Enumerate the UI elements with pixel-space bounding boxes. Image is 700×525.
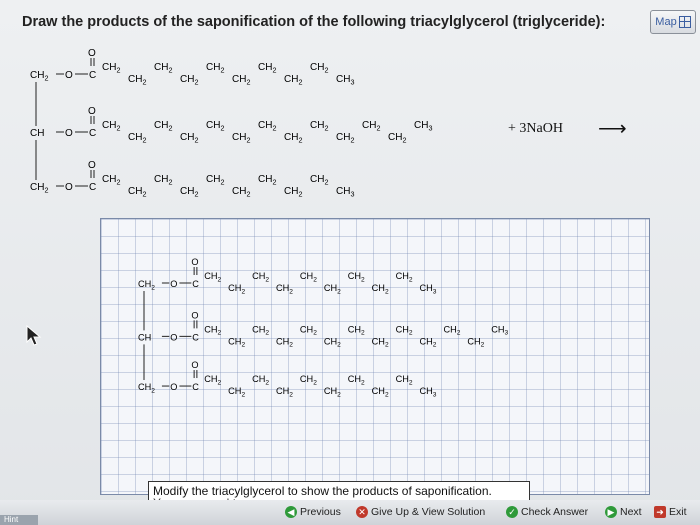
next-icon: ▶: [605, 506, 617, 518]
atom-label: CH2: [396, 271, 413, 283]
previous-icon: ◀: [285, 506, 297, 518]
atom-label: CH2: [372, 386, 389, 398]
atom-label: CH3: [420, 386, 437, 398]
atom-label: CH2: [467, 336, 484, 348]
atom-label: CH3: [420, 283, 437, 295]
editable-structure[interactable]: CH2CHCH2O COCH2CH2CH2CH2CH2CH2CH2CH2CH2CH…: [0, 0, 700, 525]
check-icon: ✓: [506, 506, 518, 518]
exit-label: Exit: [669, 506, 687, 518]
atom-label: CH2: [324, 386, 341, 398]
atom-label: CH2: [372, 336, 389, 348]
atom-label: CH2: [204, 271, 221, 283]
atom-label: CH2: [396, 374, 413, 386]
carbonyl-oxygen: O: [191, 257, 198, 267]
atom-label: CH2: [300, 271, 317, 283]
atom-label: CH2: [372, 283, 389, 295]
previous-button[interactable]: ◀ Previous: [285, 503, 341, 521]
carbonyl-carbon: C: [192, 279, 199, 289]
atom-label: CH2: [420, 336, 437, 348]
carbonyl-oxygen: O: [191, 360, 198, 370]
atom-label: CH2: [252, 324, 269, 336]
exit-button[interactable]: ➜ Exit: [654, 503, 687, 521]
atom-label: CH2: [348, 374, 365, 386]
atom-label: CH2: [348, 271, 365, 283]
atom-label: CH2: [300, 374, 317, 386]
atom-label: CH2: [228, 386, 245, 398]
mouse-cursor-icon: [26, 325, 42, 346]
ester-oxygen: O: [170, 382, 177, 392]
atom-label: CH2: [252, 271, 269, 283]
atom-label: CH2: [276, 336, 293, 348]
check-answer-button[interactable]: ✓ Check Answer: [506, 503, 588, 521]
next-label: Next: [620, 506, 642, 518]
atom-label: CH2: [204, 374, 221, 386]
atom-label: CH2: [324, 283, 341, 295]
check-label: Check Answer: [521, 506, 589, 518]
atom-label: CH2: [276, 283, 293, 295]
ester-oxygen: O: [170, 332, 177, 342]
atom-label: CH2: [443, 324, 460, 336]
atom-label: CH2: [396, 324, 413, 336]
give-up-icon: ✕: [356, 506, 368, 518]
atom-label: CH2: [228, 283, 245, 295]
atom-label: CH2: [324, 336, 341, 348]
atom-label: CH2: [204, 324, 221, 336]
glycerol-carbon: CH2: [138, 279, 155, 291]
previous-label: Previous: [300, 506, 341, 518]
carbonyl-carbon: C: [192, 332, 199, 342]
nav-bar: [0, 500, 700, 525]
atom-label: CH2: [300, 324, 317, 336]
glycerol-carbon: CH: [138, 332, 151, 342]
atom-label: CH2: [276, 386, 293, 398]
glycerol-carbon: CH2: [138, 382, 155, 394]
exit-icon: ➜: [654, 506, 666, 518]
atom-label: CH3: [491, 324, 508, 336]
hint-tab[interactable]: Hint: [0, 515, 38, 525]
carbonyl-carbon: C: [192, 382, 199, 392]
carbonyl-oxygen: O: [191, 310, 198, 320]
atom-label: CH2: [252, 374, 269, 386]
give-up-button[interactable]: ✕ Give Up & View Solution: [356, 503, 485, 521]
atom-label: CH2: [228, 336, 245, 348]
next-button[interactable]: ▶ Next: [605, 503, 642, 521]
ester-oxygen: O: [170, 279, 177, 289]
atom-label: CH2: [348, 324, 365, 336]
give-up-label: Give Up & View Solution: [371, 506, 486, 518]
